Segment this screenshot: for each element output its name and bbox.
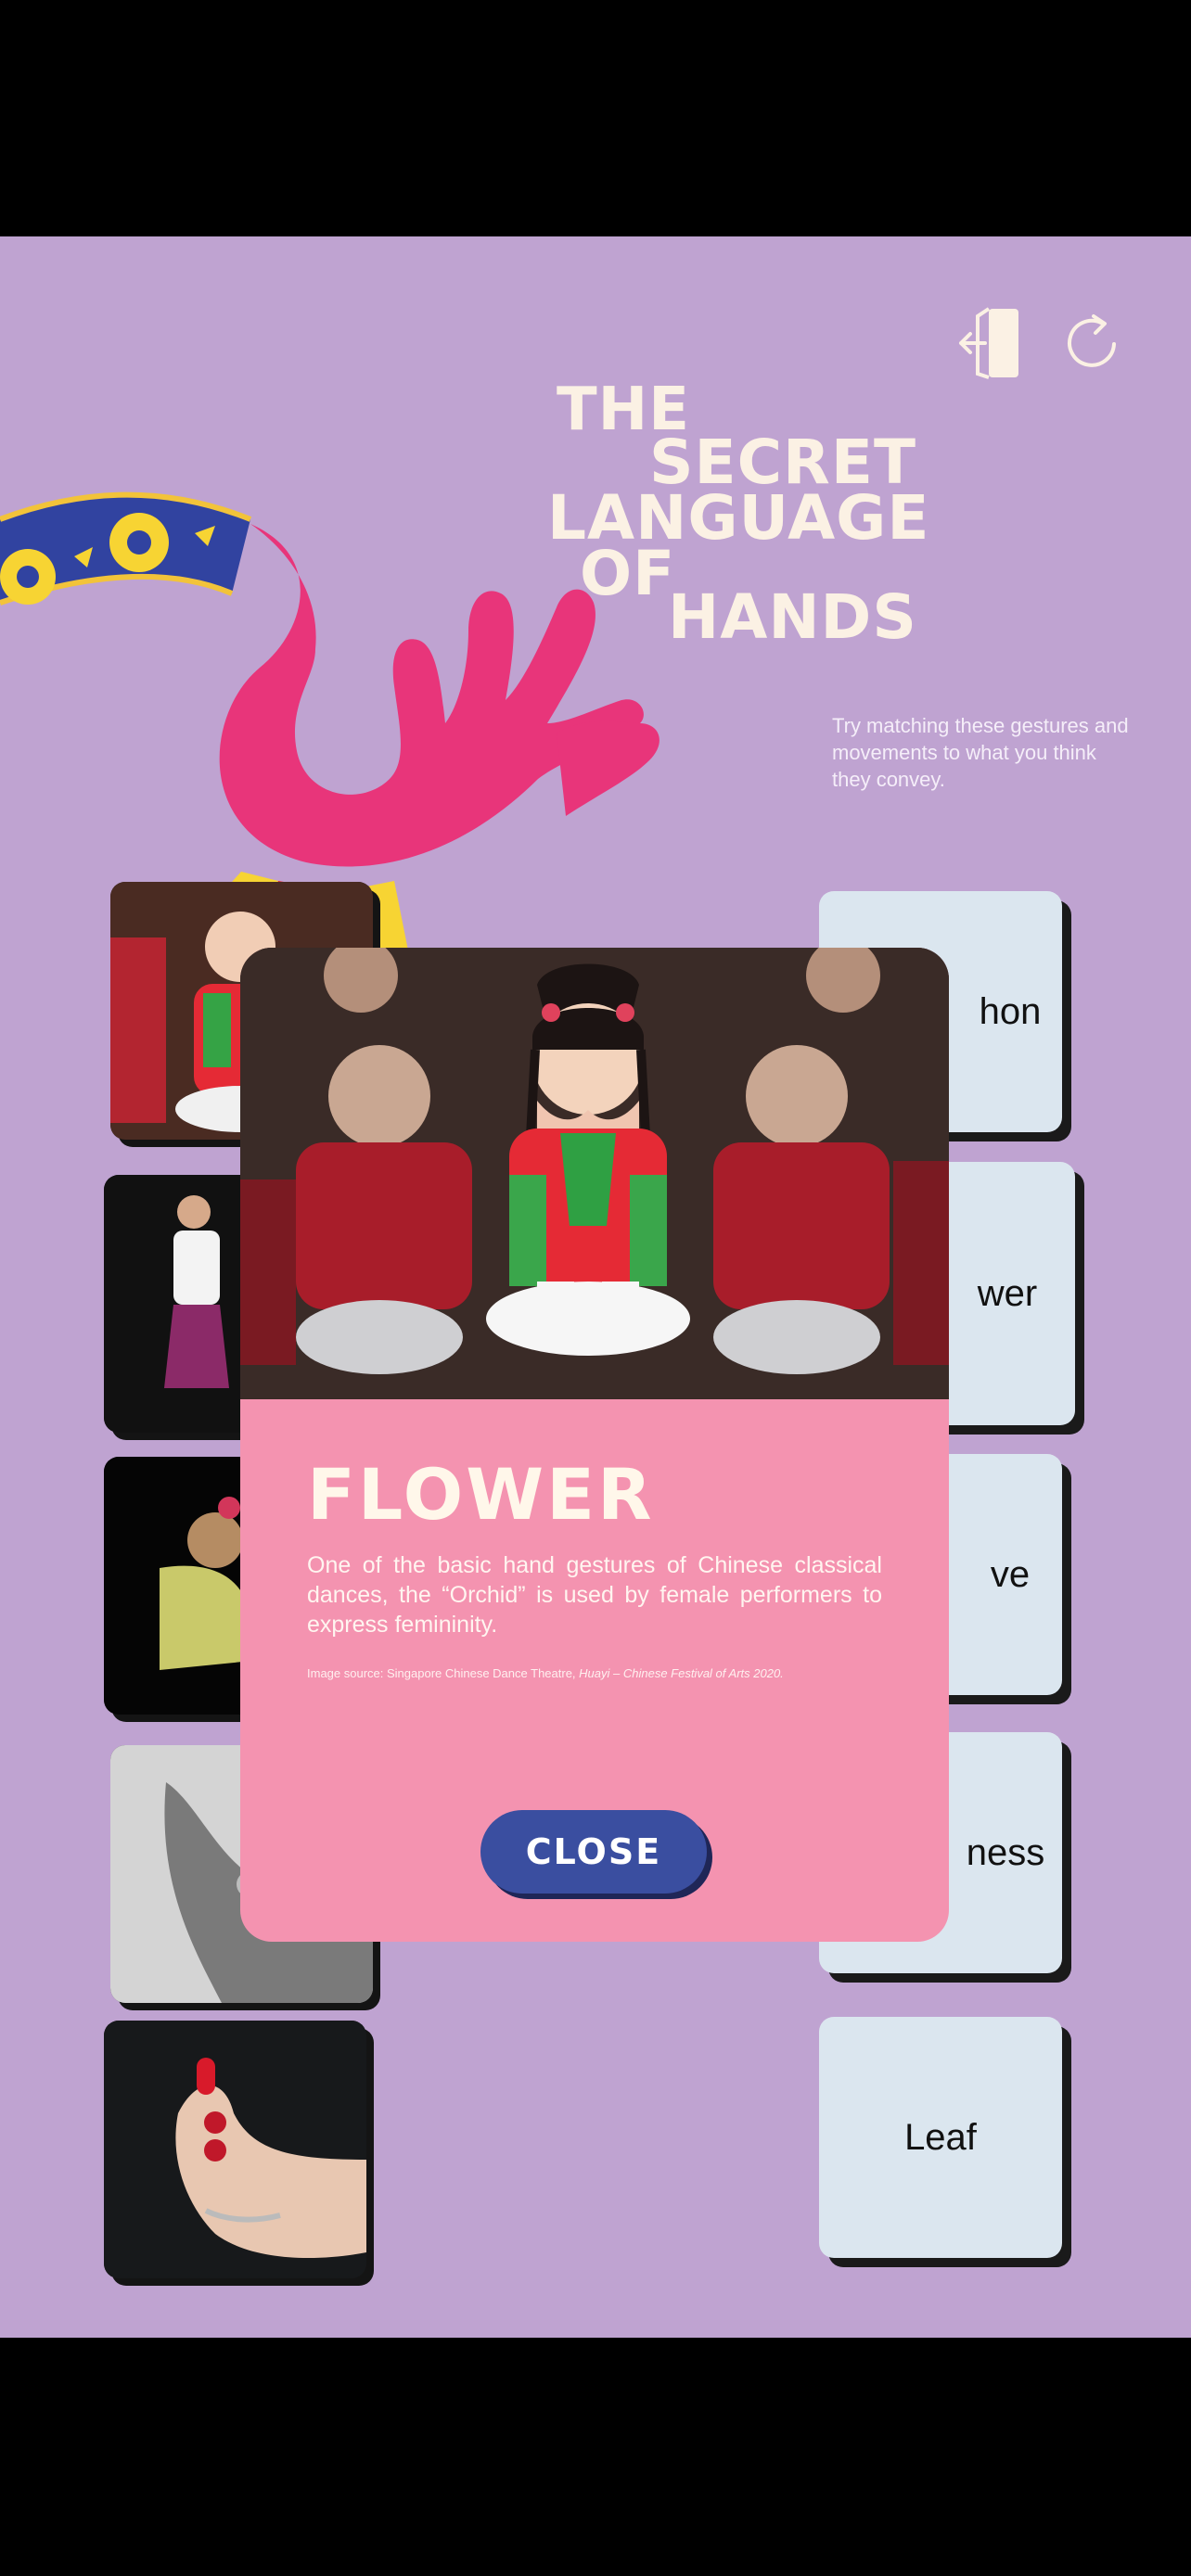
modal-photo [240,948,949,1399]
refresh-button[interactable] [1056,301,1130,385]
close-button[interactable]: CLOSE [480,1810,707,1894]
exit-door-icon [959,307,1018,379]
answer-card-label: ve [990,1553,1031,1595]
home-indicator-area [0,2338,1191,2576]
answer-card-label: ness [966,1831,1045,1873]
modal-title: FLOWER [307,1453,655,1536]
game-title: THE SECRET LANGUAGE OF HANDS [547,376,937,654]
answer-card-5[interactable]: Leaf [819,2017,1062,2258]
result-modal: FLOWER One of the basic hand gestures of… [240,948,949,1942]
source-prefix: Image source: Singapore Chinese Dance Th… [307,1666,580,1680]
image-source-credit: Image source: Singapore Chinese Dance Th… [307,1666,882,1680]
source-title: Huayi – Chinese Festival of Arts 2020. [579,1666,784,1680]
answer-card-label: wer [977,1272,1038,1314]
hand-photo-5 [104,2021,366,2278]
modal-description: One of the basic hand gestures of Chines… [307,1552,882,1638]
game-screen: THE SECRET LANGUAGE OF HANDS Try matchin… [0,236,1191,2338]
instructions-text: Try matching these gestures and movement… [832,714,1129,791]
title-line-5: HANDS [668,581,917,653]
title-line-4: OF [580,538,676,609]
answer-card-label: Leaf [904,2116,977,2158]
refresh-icon [1068,314,1116,367]
gesture-image-card-5[interactable] [104,2021,366,2278]
answer-card-label: hon [979,990,1042,1032]
dancers-photo [240,948,949,1399]
exit-button[interactable] [955,301,1030,385]
status-bar-area [0,0,1191,236]
